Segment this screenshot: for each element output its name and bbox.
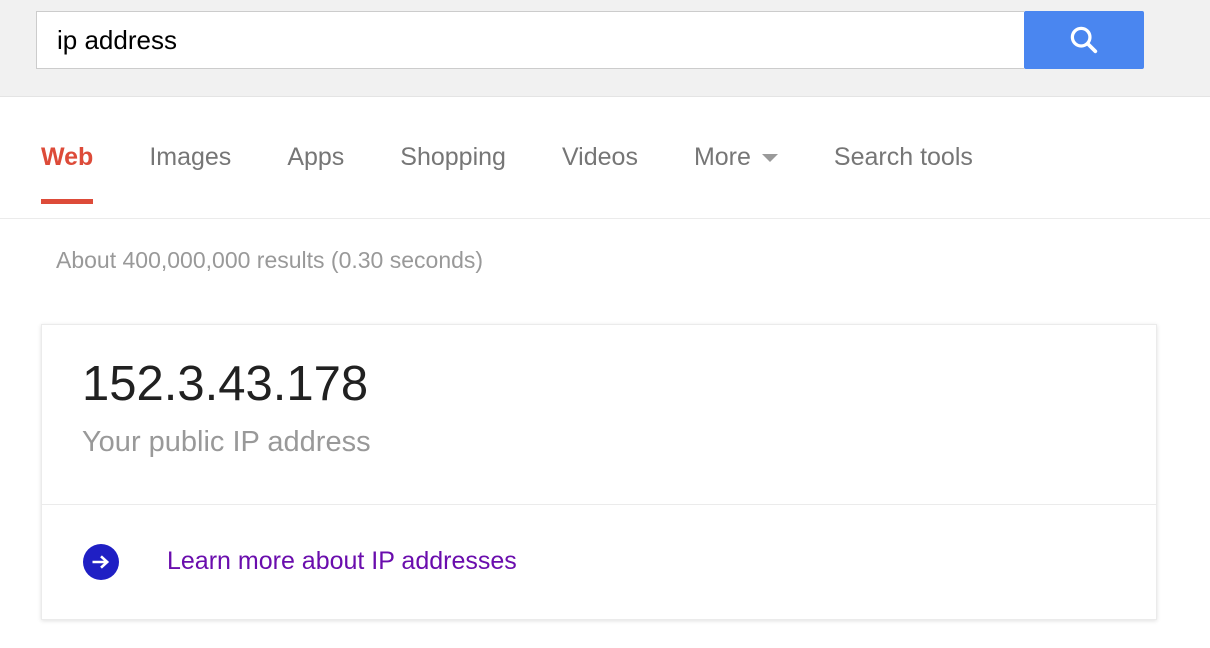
ip-answer-card: 152.3.43.178 Your public IP address Lear… — [41, 324, 1157, 620]
ip-answer-main: 152.3.43.178 Your public IP address — [42, 325, 1156, 505]
learn-more-row[interactable]: Learn more about IP addresses — [83, 505, 517, 618]
ip-address-value: 152.3.43.178 — [82, 357, 369, 411]
result-stats: About 400,000,000 results (0.30 seconds) — [56, 247, 484, 273]
tab-more[interactable]: More — [694, 97, 778, 173]
learn-more-link[interactable]: Learn more about IP addresses — [167, 547, 517, 576]
search-icon — [1067, 23, 1101, 57]
search-button[interactable] — [1024, 11, 1144, 69]
tab-images[interactable]: Images — [149, 97, 231, 173]
search-header — [0, 0, 1210, 97]
tab-search-tools[interactable]: Search tools — [834, 97, 973, 173]
search-input[interactable] — [36, 11, 1024, 69]
chevron-down-icon — [761, 153, 778, 162]
tab-videos[interactable]: Videos — [562, 97, 638, 173]
tab-more-label: More — [693, 143, 751, 171]
search-nav-bar: Web Images Apps Shopping Videos More Sea… — [0, 97, 1210, 219]
nav-tab-list: Web Images Apps Shopping Videos More Sea… — [41, 97, 973, 218]
tab-search-tools-label: Search tools — [833, 143, 973, 171]
circle-arrow-right-icon — [83, 543, 119, 580]
tab-videos-label: Videos — [561, 143, 638, 171]
tab-apps[interactable]: Apps — [287, 97, 344, 173]
tab-shopping-label: Shopping — [400, 143, 506, 171]
tab-apps-label: Apps — [287, 143, 345, 171]
ip-address-caption: Your public IP address — [82, 426, 371, 458]
tab-web[interactable]: Web — [41, 97, 94, 204]
tab-shopping[interactable]: Shopping — [400, 97, 506, 173]
ip-answer-footer: Learn more about IP addresses — [42, 505, 1156, 618]
tab-web-label: Web — [41, 143, 94, 171]
search-bar — [36, 11, 1144, 69]
tab-images-label: Images — [149, 143, 232, 171]
